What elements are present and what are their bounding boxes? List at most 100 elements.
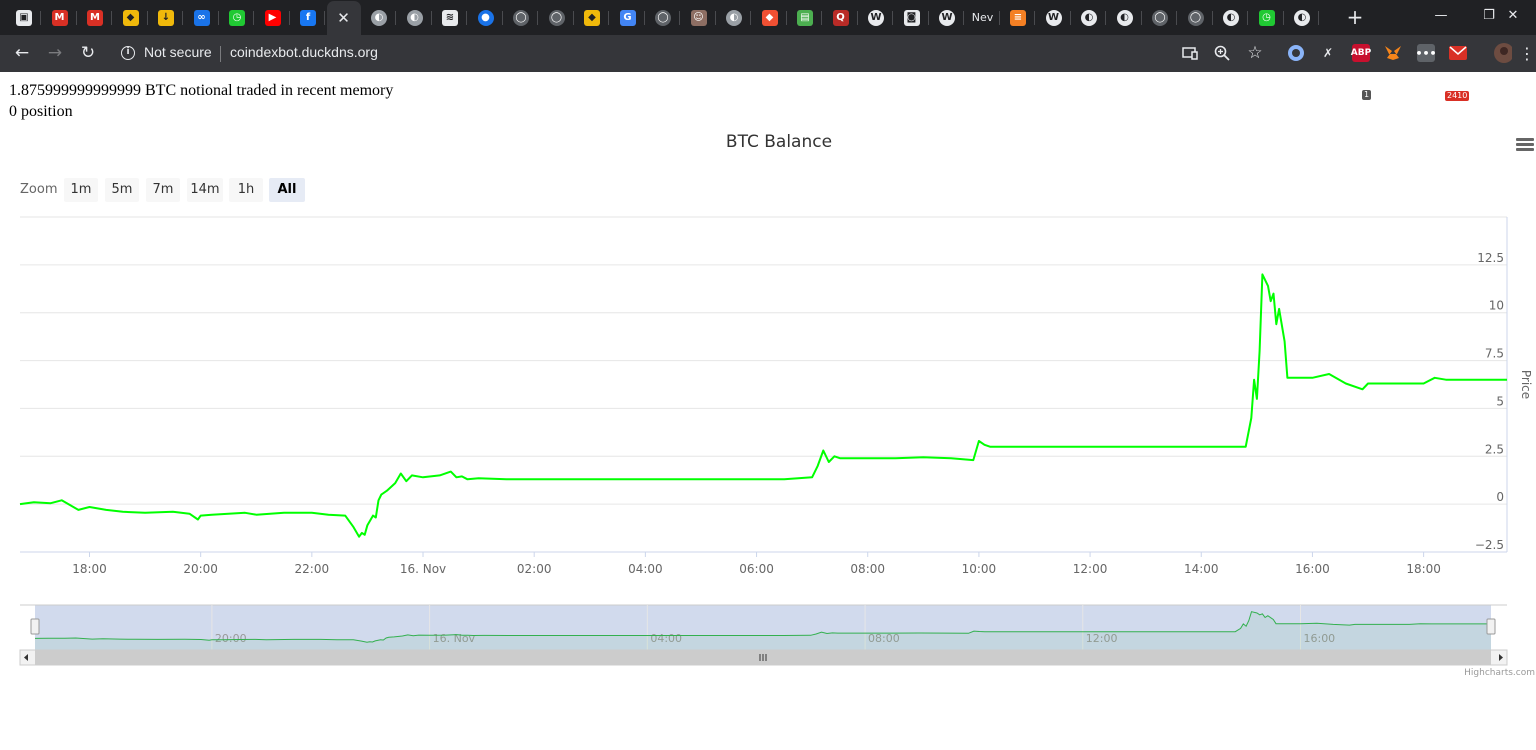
forward-button[interactable]: → xyxy=(42,40,68,66)
browser-tab[interactable]: ◆ xyxy=(114,5,148,30)
chart-context-menu-icon[interactable] xyxy=(1516,138,1534,154)
reload-button[interactable]: ↻ xyxy=(75,40,101,66)
document-icon: ▤ xyxy=(797,9,813,26)
tab-separator xyxy=(146,11,148,25)
browser-tab[interactable]: ◯ xyxy=(1143,5,1177,30)
link-icon: ∞ xyxy=(193,9,210,26)
browser-tab[interactable]: ◐ xyxy=(1072,5,1106,30)
browser-tab[interactable]: ∞ xyxy=(185,5,219,30)
tab-separator xyxy=(785,11,787,25)
tab-separator xyxy=(679,11,680,25)
zoom-button-all[interactable]: All xyxy=(269,178,305,202)
y-tick-label: 0 xyxy=(1496,490,1504,504)
tab-separator xyxy=(1247,11,1248,25)
globe-icon: ◐ xyxy=(406,9,423,26)
browser-tab[interactable]: ● xyxy=(469,5,503,30)
browser-tab[interactable]: ◯ xyxy=(504,5,538,30)
y-tick-label: 2.5 xyxy=(1485,442,1504,456)
browser-tab[interactable]: Q xyxy=(824,5,858,30)
x-tick-label: 04:00 xyxy=(628,562,663,576)
highcharts-credits[interactable]: Highcharts.com xyxy=(1464,668,1535,678)
tab-separator xyxy=(430,11,432,25)
zoom-button-7m[interactable]: 7m xyxy=(146,178,180,202)
clock-icon: ◷ xyxy=(1258,9,1275,26)
profile-avatar[interactable] xyxy=(1494,43,1512,63)
tab-separator xyxy=(253,11,254,25)
browser-tab[interactable]: ◙ xyxy=(895,5,929,30)
browser-tab[interactable]: M xyxy=(43,5,77,30)
download-icon: ↓ xyxy=(158,9,174,26)
browser-tab[interactable]: ▶ xyxy=(256,5,290,30)
globe-icon: ◐ xyxy=(1081,9,1097,26)
metamask-icon[interactable] xyxy=(1384,44,1402,62)
globe-icon: ◐ xyxy=(1294,9,1310,26)
camera-icon: ◙ xyxy=(903,9,920,26)
browser-tab[interactable]: ↓ xyxy=(149,5,183,30)
browser-tab[interactable]: ◐ xyxy=(398,5,432,30)
cast-icon[interactable] xyxy=(1181,44,1199,62)
mail-extension-icon[interactable] xyxy=(1449,44,1467,62)
youtube-icon: ▶ xyxy=(264,9,281,26)
stack-icon: ≡ xyxy=(1010,9,1026,26)
adblock-icon[interactable]: ABP xyxy=(1351,44,1371,62)
tab-separator xyxy=(927,11,929,25)
browser-tab[interactable]: ◯ xyxy=(646,5,680,30)
browser-tab[interactable]: f xyxy=(291,5,325,30)
browser-tab[interactable]: ◐ xyxy=(1285,5,1319,30)
browser-tab[interactable]: W xyxy=(1037,5,1071,30)
info-icon[interactable]: i xyxy=(121,46,135,60)
browser-tab[interactable]: ≋ xyxy=(433,5,467,30)
browser-tab[interactable]: ☺ xyxy=(682,5,716,30)
zoom-button-14m[interactable]: 14m xyxy=(187,178,223,202)
browser-tab[interactable]: ≡ xyxy=(1001,5,1035,30)
url-text[interactable]: coindexbot.duckdns.org xyxy=(230,44,378,60)
extension-dots-icon[interactable]: ••• xyxy=(1415,44,1437,62)
back-button[interactable]: ← xyxy=(9,40,35,66)
browser-tab[interactable]: G xyxy=(611,5,645,30)
browser-tab[interactable]: ◆ xyxy=(575,5,609,30)
navigator[interactable]: 20:0016. Nov04:0008:0012:0016:00 xyxy=(19,604,1508,666)
browser-tab[interactable]: ◷ xyxy=(1250,5,1284,30)
x-tick-label: 06:00 xyxy=(739,562,774,576)
globe-icon: ◐ xyxy=(371,9,387,26)
browser-tab[interactable]: Nev xyxy=(966,5,1000,30)
x-tick-label: 14:00 xyxy=(1184,562,1219,576)
browser-tab[interactable]: W xyxy=(930,5,964,30)
extension-circle-icon[interactable] xyxy=(1287,44,1305,62)
bookmark-star-icon[interactable]: ☆ xyxy=(1246,43,1264,63)
browser-tab[interactable]: M xyxy=(78,5,112,30)
browser-tab[interactable]: ◐ xyxy=(717,5,751,30)
zoom-label: Zoom xyxy=(20,182,58,197)
browser-tab[interactable]: ◷ xyxy=(220,5,254,30)
browser-tab[interactable]: ▤ xyxy=(788,5,822,30)
browser-tab[interactable]: W xyxy=(859,5,893,30)
browser-tab[interactable]: ◯ xyxy=(1179,5,1213,30)
browser-tab[interactable]: ◐ xyxy=(1214,5,1248,30)
browser-tab[interactable]: ✕ xyxy=(326,1,361,35)
browser-tab[interactable]: ◐ xyxy=(1108,5,1142,30)
tab-separator xyxy=(75,11,77,25)
extension-x-icon[interactable]: ✗ xyxy=(1319,44,1337,62)
github-icon: ◯ xyxy=(1152,9,1168,26)
security-label[interactable]: Not secure xyxy=(144,44,212,60)
zoom-button-1m[interactable]: 1m xyxy=(64,178,98,202)
google-icon: G xyxy=(619,9,636,26)
close-window-button[interactable]: ✕ xyxy=(1490,4,1536,28)
browser-tab[interactable]: ◯ xyxy=(540,5,574,30)
tab-separator xyxy=(856,11,858,25)
browser-tab[interactable]: ◐ xyxy=(362,5,396,30)
browser-tab[interactable]: ◆ xyxy=(753,5,787,30)
github-icon: ◯ xyxy=(548,9,565,26)
zoom-button-5m[interactable]: 5m xyxy=(105,178,139,202)
new-tab-button[interactable]: + xyxy=(1344,6,1366,28)
y-tick-label: −2.5 xyxy=(1475,538,1504,552)
zoom-button-1h[interactable]: 1h xyxy=(229,178,263,202)
browser-tab[interactable]: ▣ xyxy=(7,5,41,30)
navigator-left-handle[interactable] xyxy=(30,618,40,635)
minimize-button[interactable]: — xyxy=(1418,4,1464,28)
address-bar[interactable]: i Not secure coindexbot.duckdns.org xyxy=(110,39,1170,67)
facebook-icon: f xyxy=(300,9,316,26)
navigator-right-handle[interactable] xyxy=(1486,618,1496,635)
browser-menu-icon[interactable]: ⋮ xyxy=(1519,44,1535,63)
zoom-icon[interactable] xyxy=(1213,44,1231,62)
